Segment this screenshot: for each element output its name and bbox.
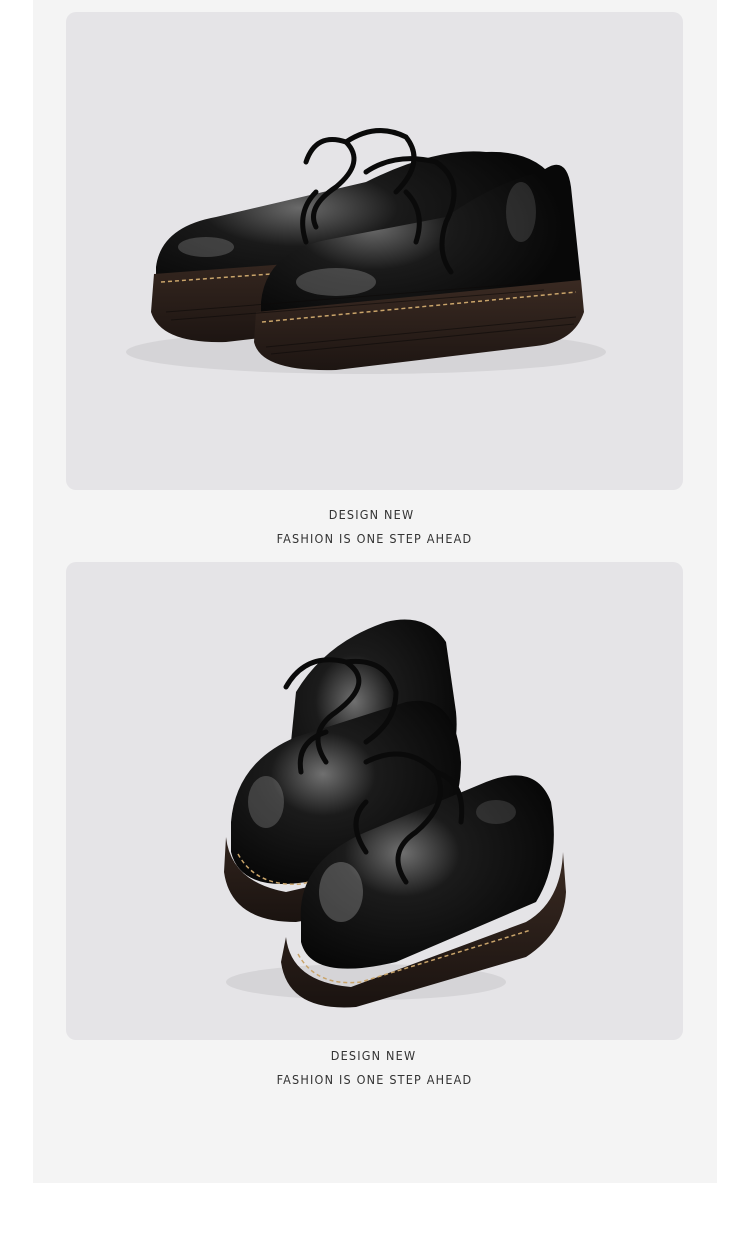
caption-block: DESIGN NEW FASHION IS ONE STEP AHEAD	[66, 503, 683, 551]
caption-subtitle: FASHION IS ONE STEP AHEAD	[276, 1072, 473, 1087]
shoe-pair-angled-icon	[224, 619, 566, 1008]
product-photo-angled-view	[66, 562, 683, 1040]
product-photo-side-view	[66, 12, 683, 490]
caption-subtitle: FASHION IS ONE STEP AHEAD	[276, 531, 473, 546]
caption-title: DESIGN NEW	[328, 507, 415, 522]
caption-block: DESIGN NEW FASHION IS ONE STEP AHEAD	[66, 1044, 683, 1092]
caption-title: DESIGN NEW	[330, 1048, 417, 1063]
product-detail-page: DESIGN NEW FASHION IS ONE STEP AHEAD DES…	[0, 0, 750, 1260]
shoe-pair-side-icon	[126, 128, 606, 374]
